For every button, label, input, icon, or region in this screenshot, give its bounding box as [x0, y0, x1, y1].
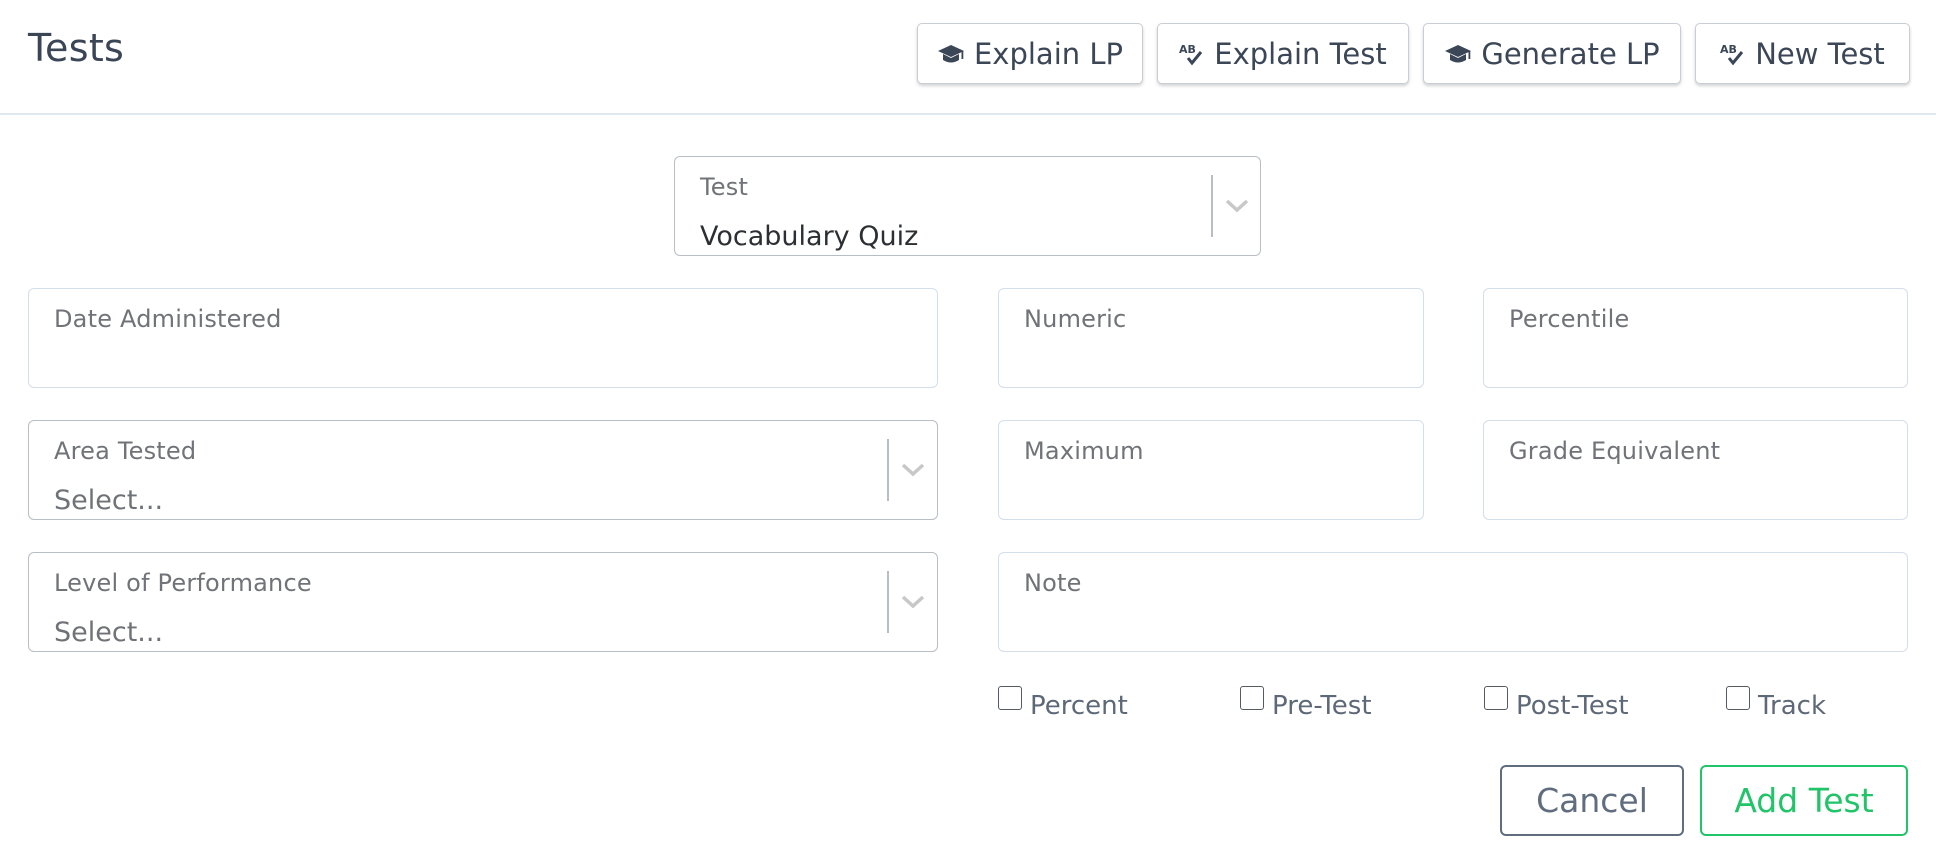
new-test-label: New Test [1755, 36, 1885, 71]
explain-test-button[interactable]: AB Explain Test [1157, 23, 1409, 84]
spell-check-icon: AB [1179, 42, 1205, 66]
note-field[interactable]: Note [998, 552, 1908, 652]
checkbox-box[interactable] [1240, 686, 1264, 710]
area-tested-placeholder: Select... [54, 485, 164, 516]
numeric-field[interactable]: Numeric [998, 288, 1424, 388]
level-of-performance-label: Level of Performance [54, 569, 312, 597]
generate-lp-label: Generate LP [1481, 36, 1660, 71]
checkbox-box[interactable] [998, 686, 1022, 710]
area-tested-label: Area Tested [54, 437, 197, 465]
percent-checkbox[interactable]: Percent [998, 686, 1128, 721]
grade-equivalent-field[interactable]: Grade Equivalent [1483, 420, 1908, 520]
explain-test-label: Explain Test [1214, 36, 1387, 71]
area-tested-select[interactable]: Area Tested Select... [28, 420, 938, 520]
maximum-field[interactable]: Maximum [998, 420, 1424, 520]
new-test-button[interactable]: AB New Test [1695, 23, 1910, 84]
test-value: Vocabulary Quiz [700, 221, 919, 252]
numeric-label: Numeric [1024, 305, 1127, 333]
level-of-performance-select[interactable]: Level of Performance Select... [28, 552, 938, 652]
post-test-checkbox[interactable]: Post-Test [1484, 686, 1629, 721]
page-title: Tests [28, 26, 125, 70]
note-label: Note [1024, 569, 1082, 597]
cancel-button[interactable]: Cancel [1500, 765, 1684, 836]
graduation-cap-icon [937, 44, 965, 64]
checkbox-box[interactable] [1484, 686, 1508, 710]
chevron-down-icon[interactable] [888, 553, 938, 651]
explain-lp-label: Explain LP [973, 36, 1124, 71]
svg-text:AB: AB [1179, 43, 1196, 56]
level-of-performance-placeholder: Select... [54, 617, 164, 648]
date-administered-label: Date Administered [54, 305, 282, 333]
chevron-down-icon[interactable] [888, 421, 938, 519]
pre-test-checkbox[interactable]: Pre-Test [1240, 686, 1372, 721]
track-checkbox[interactable]: Track [1726, 686, 1827, 721]
explain-lp-button[interactable]: Explain LP [917, 23, 1143, 84]
test-select[interactable]: Test Vocabulary Quiz [674, 156, 1261, 256]
generate-lp-button[interactable]: Generate LP [1423, 23, 1681, 84]
maximum-label: Maximum [1024, 437, 1144, 465]
tests-page: Tests Explain LP AB Explain Test Generat… [0, 0, 1936, 864]
add-test-button[interactable]: Add Test [1700, 765, 1908, 836]
grade-equivalent-label: Grade Equivalent [1509, 437, 1721, 465]
chevron-down-icon[interactable] [1212, 157, 1262, 255]
pre-test-checkbox-label: Pre-Test [1272, 691, 1372, 721]
spell-check-icon: AB [1720, 42, 1746, 66]
percentile-field[interactable]: Percentile [1483, 288, 1908, 388]
track-checkbox-label: Track [1758, 691, 1827, 721]
page-header: Tests Explain LP AB Explain Test Generat… [0, 0, 1936, 115]
date-administered-field[interactable]: Date Administered [28, 288, 938, 388]
test-label: Test [700, 173, 749, 201]
percent-checkbox-label: Percent [1030, 691, 1128, 721]
post-test-checkbox-label: Post-Test [1516, 691, 1629, 721]
checkbox-box[interactable] [1726, 686, 1750, 710]
percentile-label: Percentile [1509, 305, 1630, 333]
svg-text:AB: AB [1720, 43, 1737, 56]
graduation-cap-icon [1444, 44, 1472, 64]
